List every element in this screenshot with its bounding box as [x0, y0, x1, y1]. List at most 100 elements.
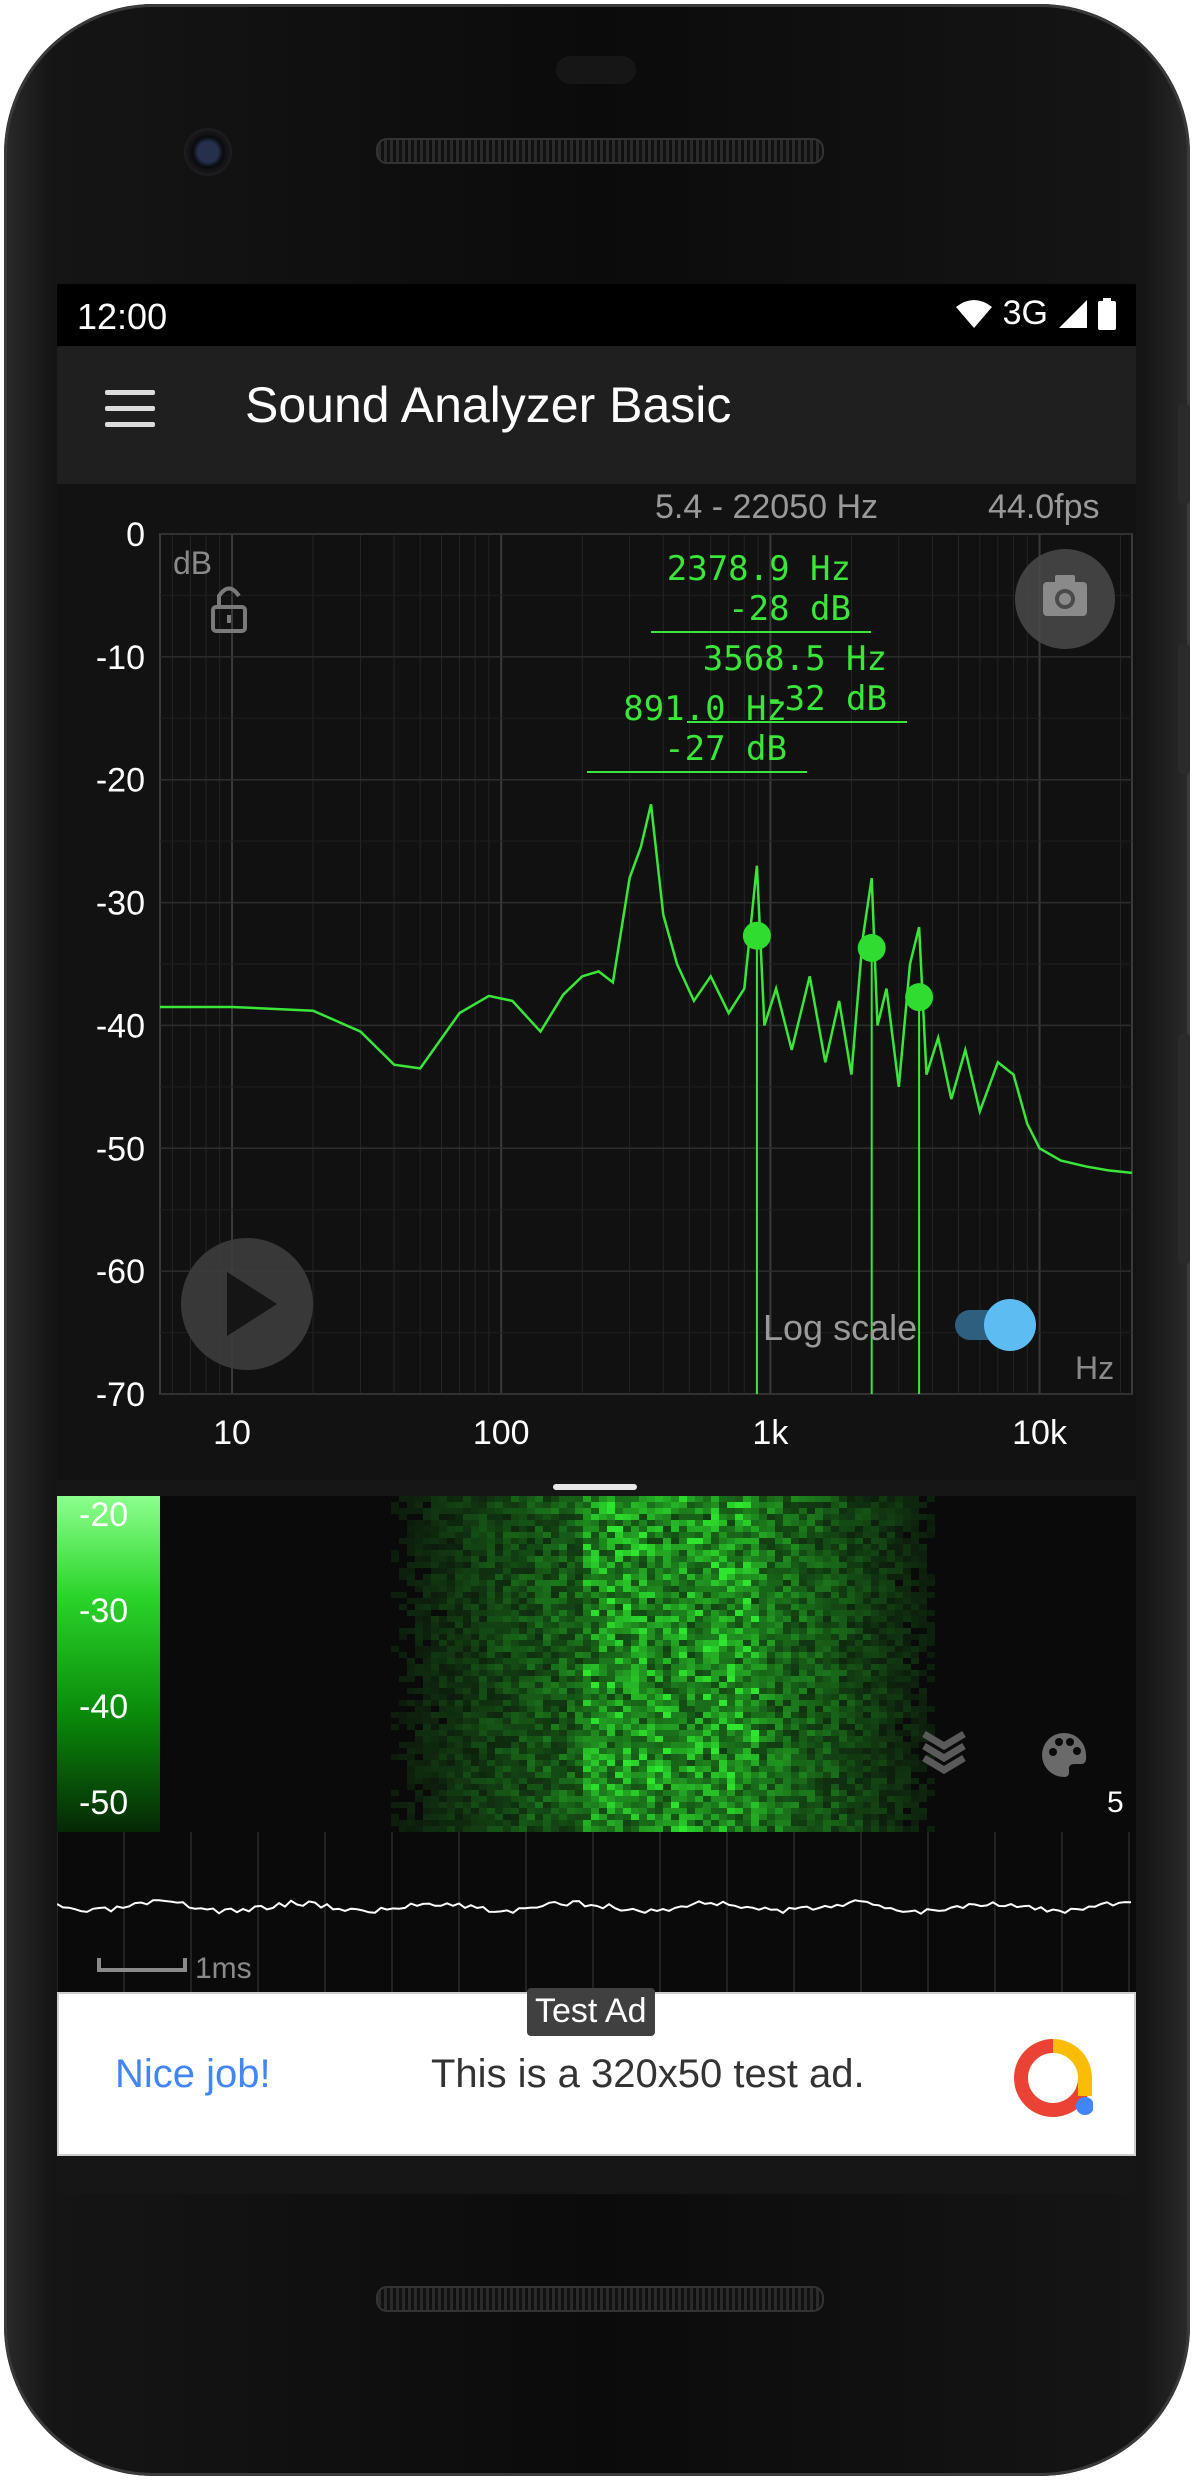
spectrogram-cell — [807, 1604, 815, 1610]
spectrogram-cell — [543, 1628, 551, 1634]
spectrogram-cell — [415, 1610, 423, 1616]
spectrogram-cell — [839, 1724, 847, 1730]
spectrogram-cell — [743, 1634, 751, 1640]
spectrogram-cell — [783, 1802, 791, 1808]
spectrogram-cell — [559, 1700, 567, 1706]
spectrogram-cell — [607, 1724, 615, 1730]
spectrogram-cell — [855, 1544, 863, 1550]
spectrogram-cell — [807, 1694, 815, 1700]
spectrogram-cell — [895, 1820, 903, 1826]
spectrogram-cell — [695, 1550, 703, 1556]
spectrogram-cell — [679, 1616, 687, 1622]
ad-text[interactable]: This is a 320x50 test ad. — [431, 2052, 865, 2097]
spectrogram-cell — [759, 1682, 767, 1688]
spectrogram-cell — [879, 1754, 887, 1760]
peak-marker[interactable] — [905, 983, 934, 1012]
spectrogram-cell — [711, 1730, 719, 1736]
spectrogram-cell — [439, 1760, 447, 1766]
spectrogram-cell — [751, 1796, 759, 1802]
spectrogram-cell — [591, 1514, 599, 1520]
spectrogram-cell — [423, 1694, 431, 1700]
spectrogram-cell — [823, 1772, 831, 1778]
spectrogram-cell — [791, 1712, 799, 1718]
spectrogram-cell — [791, 1526, 799, 1532]
spectrogram-cell — [551, 1646, 559, 1652]
spectrogram-cell — [895, 1538, 903, 1544]
spectrogram-cell — [903, 1676, 911, 1682]
spectrogram-cell — [839, 1712, 847, 1718]
spectrogram-cell — [559, 1646, 567, 1652]
spectrogram-cell — [407, 1742, 415, 1748]
spectrogram-cell — [847, 1586, 855, 1592]
spectrogram-cell — [551, 1544, 559, 1550]
layers-icon[interactable] — [921, 1728, 967, 1778]
divider-handle[interactable] — [553, 1484, 637, 1490]
spectrogram-cell — [807, 1718, 815, 1724]
spectrogram-cell — [455, 1670, 463, 1676]
spectrogram-cell — [559, 1664, 567, 1670]
spectrogram-cell — [503, 1658, 511, 1664]
spectrogram-cell — [655, 1556, 663, 1562]
spectrogram-cell — [415, 1664, 423, 1670]
spectrogram-cell — [623, 1568, 631, 1574]
spectrogram-cell — [695, 1502, 703, 1508]
spectrogram-cell — [815, 1754, 823, 1760]
spectrogram-cell — [503, 1496, 511, 1502]
spectrogram-cell — [575, 1592, 583, 1598]
play-icon[interactable] — [181, 1238, 313, 1370]
spectrogram-cell — [655, 1724, 663, 1730]
spectrogram-cell — [527, 1532, 535, 1538]
spectrogram-cell — [791, 1598, 799, 1604]
spectrogram-cell — [783, 1772, 791, 1778]
spectrogram-cell — [919, 1670, 927, 1676]
spectrogram-cell — [647, 1808, 655, 1814]
spectrogram-cell — [543, 1514, 551, 1520]
spectrogram-cell — [447, 1556, 455, 1562]
spectrogram-cell — [767, 1610, 775, 1616]
spectrogram-cell — [783, 1724, 791, 1730]
spectrogram-cell — [463, 1820, 471, 1826]
spectrogram-cell — [423, 1802, 431, 1808]
spectrogram-cell — [583, 1802, 591, 1808]
spectrogram-cell — [655, 1712, 663, 1718]
spectrogram-cell — [719, 1820, 727, 1826]
spectrogram-cell — [847, 1706, 855, 1712]
peak-marker[interactable] — [742, 921, 771, 950]
spectrogram-cell — [799, 1646, 807, 1652]
spectrogram-cell — [743, 1568, 751, 1574]
peak-marker[interactable] — [857, 934, 886, 962]
spectrogram-cell — [487, 1556, 495, 1562]
spectrogram-cell — [887, 1784, 895, 1790]
ad-banner[interactable]: Test Ad Nice job! This is a 320x50 test … — [57, 1988, 1136, 2156]
palette-icon[interactable] — [1039, 1730, 1089, 1780]
spectrogram-cell — [671, 1658, 679, 1664]
spectrogram-cell — [735, 1568, 743, 1574]
spectrogram-cell — [583, 1706, 591, 1712]
menu-icon[interactable] — [105, 390, 155, 428]
spectrogram-cell — [631, 1694, 639, 1700]
spectrogram-cell — [543, 1754, 551, 1760]
spectrogram-cell — [711, 1556, 719, 1562]
spectrogram-cell — [655, 1808, 663, 1814]
spectrogram-cell — [735, 1742, 743, 1748]
spectrogram-cell — [783, 1634, 791, 1640]
spectrogram-cell — [647, 1586, 655, 1592]
camera-icon[interactable] — [1015, 549, 1115, 649]
spectrogram-cell — [863, 1724, 871, 1730]
spectrogram-cell — [487, 1544, 495, 1550]
spectrogram-cell — [871, 1598, 879, 1604]
spectrum-chart[interactable]: 0-10-20-30-40-50-60-70 10 100 1k 10k 2378.9… — [57, 484, 1136, 1484]
spectrogram-cell — [727, 1610, 735, 1616]
spectrogram-cell — [719, 1604, 727, 1610]
spectrogram-cell — [855, 1676, 863, 1682]
spectrogram-cell — [799, 1730, 807, 1736]
spectrogram-cell — [759, 1694, 767, 1700]
spectrogram-cell — [831, 1520, 839, 1526]
spectrogram-cell — [503, 1646, 511, 1652]
spectrogram-cell — [727, 1754, 735, 1760]
ad-headline[interactable]: Nice job! — [115, 2052, 271, 2097]
spectrogram-cell — [511, 1508, 519, 1514]
spectrogram-cell — [679, 1736, 687, 1742]
spectrogram-cell — [487, 1796, 495, 1802]
spectrogram-cell — [503, 1802, 511, 1808]
